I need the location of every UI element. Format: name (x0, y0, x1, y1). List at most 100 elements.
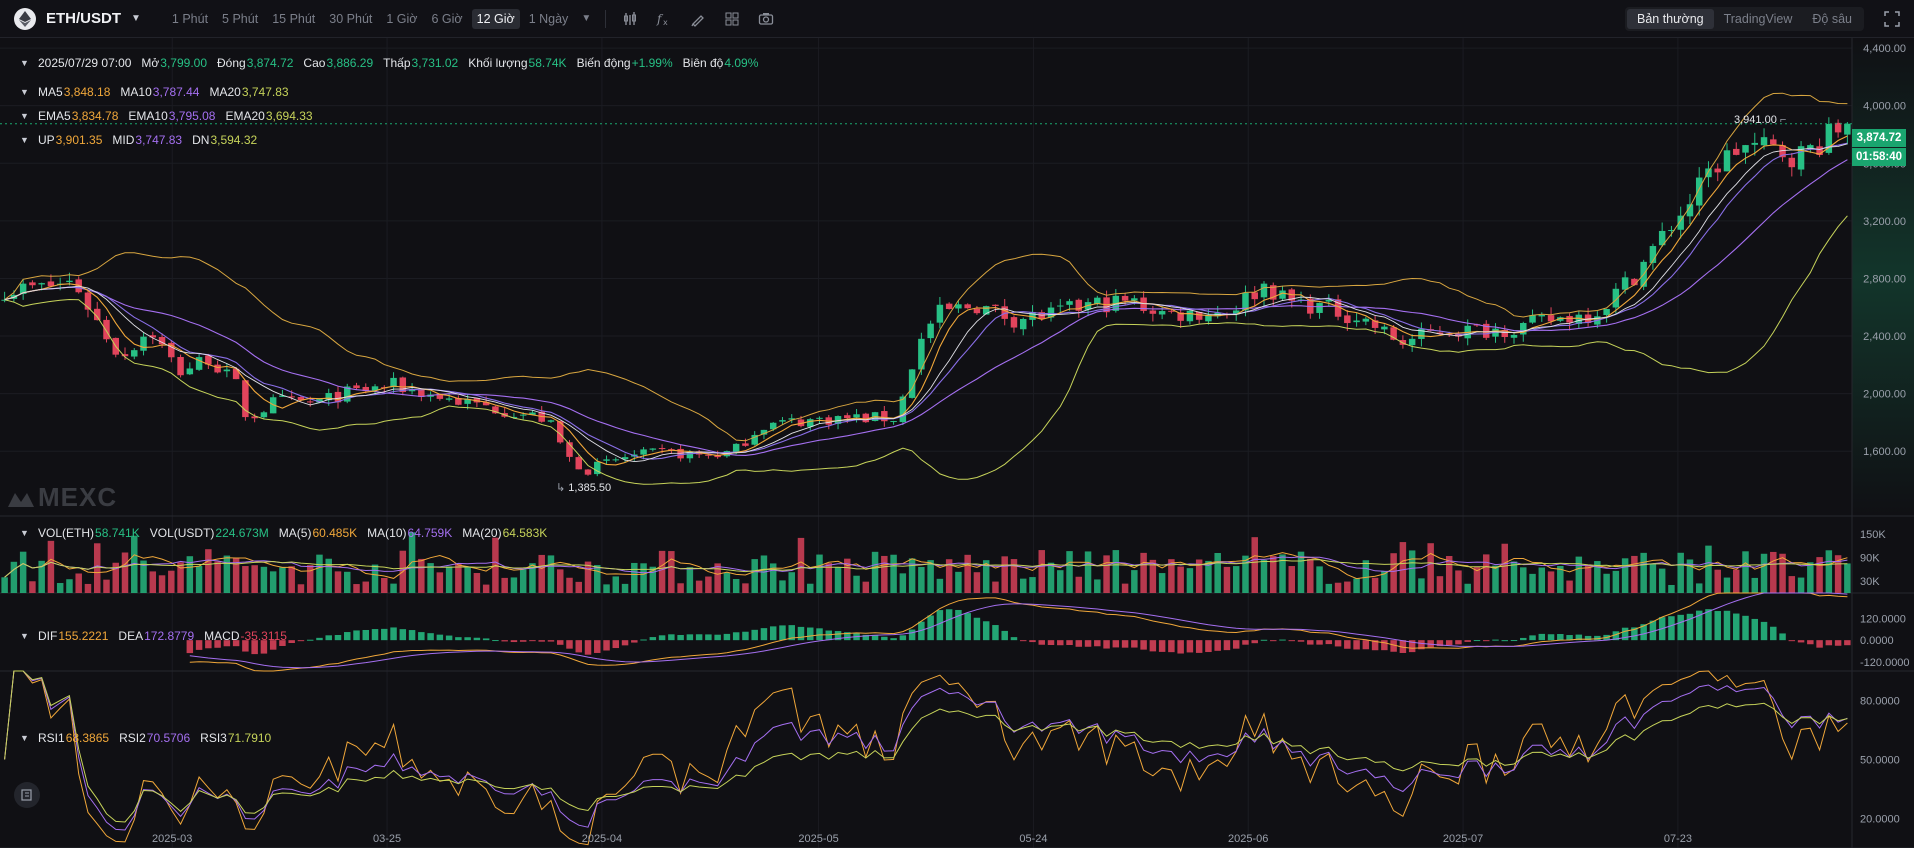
interval-tab-5[interactable]: 6 Giờ (427, 9, 468, 29)
macd-histogram-bar (1381, 640, 1388, 651)
chevron-down-icon[interactable]: ▼ (20, 58, 30, 68)
dif-value: 155.2221 (58, 629, 109, 643)
volume-bar (1575, 556, 1583, 593)
volume-bar (705, 576, 712, 593)
macd-histogram-bar (742, 631, 749, 641)
time-axis-label-7: 07-23 (1664, 833, 1692, 845)
interval-tab-0[interactable]: 1 Phút (167, 9, 213, 29)
macd-histogram-bar (640, 639, 647, 641)
candle-type-icon[interactable] (620, 9, 640, 29)
macd-histogram-bar (1557, 634, 1564, 641)
rsi-axis-label-0: 80.0000 (1860, 696, 1900, 708)
rsi-axis-label-1: 50.0000 (1860, 755, 1900, 767)
ema20-value: 3,694.33 (265, 109, 313, 123)
candle-body (1538, 315, 1546, 317)
view-tab-2[interactable]: Độ sâu (1802, 9, 1862, 29)
macd-histogram-bar (1214, 640, 1221, 651)
interval-tab-2[interactable]: 15 Phút (267, 9, 320, 29)
max-price-label: 3,941.00 (1734, 114, 1777, 126)
symbol-selector[interactable]: ETH/USDT ▼ (14, 7, 141, 30)
fullscreen-icon[interactable] (1884, 11, 1900, 27)
interval-tab-7[interactable]: 1 Ngày (524, 9, 574, 29)
volume-bar (1010, 559, 1018, 593)
mexc-watermark: MEXC (8, 482, 117, 513)
volume-bar (686, 567, 694, 593)
candle-body (732, 443, 740, 453)
macd-histogram-bar (1205, 640, 1212, 653)
dif-label: DIF (38, 629, 58, 643)
volume-bar (1316, 566, 1323, 593)
candle-body (1260, 283, 1268, 298)
volume-bar (871, 551, 879, 593)
candle-body (1742, 145, 1749, 153)
candle-body (945, 303, 953, 310)
close-value: 3,874.72 (246, 56, 294, 70)
macd-histogram-bar (1149, 640, 1157, 652)
volume-bar (1640, 552, 1647, 593)
candle-body (103, 319, 110, 340)
drawing-toolbar-toggle-icon[interactable] (14, 782, 40, 808)
interval-tab-6[interactable]: 12 Giờ (471, 8, 520, 29)
volume-bar (316, 554, 323, 593)
view-tab-1[interactable]: TradingView (1714, 9, 1803, 29)
volume-bar (797, 537, 805, 593)
volume-bar (556, 569, 564, 593)
candle-body (658, 448, 666, 450)
chevron-down-icon[interactable]: ▼ (20, 631, 30, 641)
volume-bar (1094, 579, 1101, 593)
volume-bar (1242, 555, 1249, 593)
macd-histogram-bar (1538, 633, 1546, 641)
volume-bar (1520, 567, 1527, 593)
watermark-text: MEXC (38, 482, 118, 512)
mexc-logo-icon (8, 492, 34, 507)
candle-body (1723, 150, 1731, 172)
candle-body (1714, 168, 1721, 173)
volume-bar (881, 555, 888, 593)
macd-legend: ▼ DIF 155.2221 DEA 172.8779 MACD -35.3115 (20, 629, 297, 643)
ethereum-icon (14, 7, 36, 30)
rsi1-label: RSI1 (38, 731, 65, 745)
screenshot-icon[interactable] (756, 9, 776, 29)
macd-histogram-bar (575, 640, 582, 653)
macd-histogram-bar (603, 640, 610, 651)
chevron-down-icon[interactable]: ▼ (20, 733, 30, 743)
volume-bar (1131, 570, 1138, 593)
volume-bar (1464, 583, 1471, 593)
view-tab-0[interactable]: Bản thường (1626, 9, 1714, 29)
chevron-down-icon[interactable]: ▼ (20, 135, 30, 145)
svg-text:x: x (663, 18, 668, 27)
volume-bar (1658, 568, 1666, 593)
volume-bar (510, 577, 518, 593)
chevron-down-icon[interactable]: ▼ (20, 528, 30, 538)
macd-histogram-bar (1825, 640, 1833, 646)
interval-tab-1[interactable]: 5 Phút (217, 9, 263, 29)
candle-body (1057, 305, 1064, 307)
macd-histogram-bar (297, 640, 305, 642)
macd-histogram-bar (427, 633, 434, 641)
ohlc-date: 2025/07/29 07:00 (38, 56, 132, 70)
macd-histogram-bar (668, 634, 675, 641)
price-axis-label-5: 2,400.00 (1863, 331, 1906, 343)
macd-histogram-bar (658, 635, 666, 641)
volume-bar (1001, 556, 1008, 593)
chevron-down-icon[interactable]: ▼ (20, 111, 30, 121)
volume-bar (306, 565, 314, 593)
interval-tab-4[interactable]: 1 Giờ (381, 9, 422, 29)
draw-icon[interactable] (688, 9, 708, 29)
volume-bar (594, 565, 601, 593)
macd-histogram-bar (1260, 639, 1268, 641)
volume-bar (631, 562, 638, 593)
volume-bar (66, 579, 73, 593)
interval-tab-3[interactable]: 30 Phút (324, 9, 377, 29)
volume-bar (1121, 583, 1129, 593)
macd-histogram-bar (1057, 640, 1064, 646)
macd-histogram-bar (1325, 640, 1333, 645)
candle-body (1621, 277, 1629, 290)
interval-more-chevron-icon[interactable]: ▼ (581, 13, 591, 24)
volume-bar (695, 580, 703, 593)
chevron-down-icon[interactable]: ▼ (20, 87, 30, 97)
volume-bar (1399, 542, 1407, 593)
settings-icon[interactable] (722, 9, 742, 29)
indicator-icon[interactable]: fx (654, 9, 674, 29)
price-chart[interactable]: 4,400.004,000.003,600.003,200.002,800.00… (0, 38, 1914, 848)
